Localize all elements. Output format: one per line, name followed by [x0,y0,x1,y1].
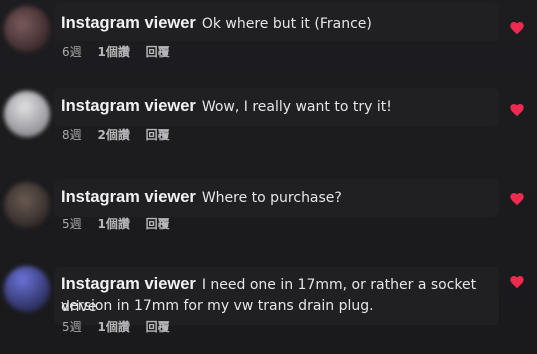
comment-age[interactable]: 5週 [62,217,82,231]
comments-panel: Instagram viewer Ok where but it (France)… [0,0,537,354]
comment-author[interactable]: Instagram viewer [61,14,196,32]
comment-likes[interactable]: 1個讚 [97,217,129,231]
reply-button[interactable]: 回覆 [146,320,170,334]
heart-icon[interactable] [509,274,525,290]
avatar[interactable] [4,182,50,228]
heart-icon[interactable] [509,20,525,36]
avatar[interactable] [4,266,50,312]
comment-author[interactable]: Instagram viewer [61,97,196,115]
comment-meta: 6週 1個讚 回覆 [62,43,182,60]
comment-body: Ok where but it (France) [201,16,372,32]
comment-text-line: Instagram viewer Where to purchase? [61,186,497,209]
avatar[interactable] [4,91,50,137]
reply-button[interactable]: 回覆 [146,217,170,231]
comment-age[interactable]: 6週 [62,45,82,59]
comment-meta: 5週 1個讚 回覆 [62,215,182,232]
comment-item: Instagram viewer Wow, I really want to tr… [0,84,537,164]
reply-button[interactable]: 回覆 [146,128,170,142]
comment-item: Instagram viewer Where to purchase? 5週 1個… [0,176,537,256]
comment-text-line: Instagram viewer Wow, I really want to tr… [61,95,497,118]
comment-text-line: Instagram viewer Ok where but it (France) [61,12,497,35]
comment-meta: 8週 2個讚 回覆 [62,126,182,143]
comment-item: Instagram viewer Ok where but it (France)… [0,0,537,80]
comment-meta: 5週 1個讚 回覆 [62,318,182,335]
comment-likes[interactable]: 1個讚 [97,45,129,59]
comment-text-line: version in 17mm for my vw trans drain pl… [61,295,497,317]
comment-body-continued: version in 17mm for my vw trans drain pl… [61,298,374,314]
comment-age[interactable]: 8週 [62,128,82,142]
comment-body: Wow, I really want to try it! [201,99,392,115]
comment-author[interactable]: Instagram viewer [61,275,196,293]
comment-likes[interactable]: 2個讚 [97,128,129,142]
reply-button[interactable]: 回覆 [146,45,170,59]
comment-age[interactable]: 5週 [62,320,82,334]
comment-body: Where to purchase? [201,190,342,206]
comment-item: Instagram viewer I need one in 17mm, or r… [0,262,537,354]
heart-icon[interactable] [509,102,525,118]
heart-icon[interactable] [509,191,525,207]
avatar[interactable] [4,6,50,52]
comment-likes[interactable]: 1個讚 [97,320,129,334]
comment-author[interactable]: Instagram viewer [61,188,196,206]
